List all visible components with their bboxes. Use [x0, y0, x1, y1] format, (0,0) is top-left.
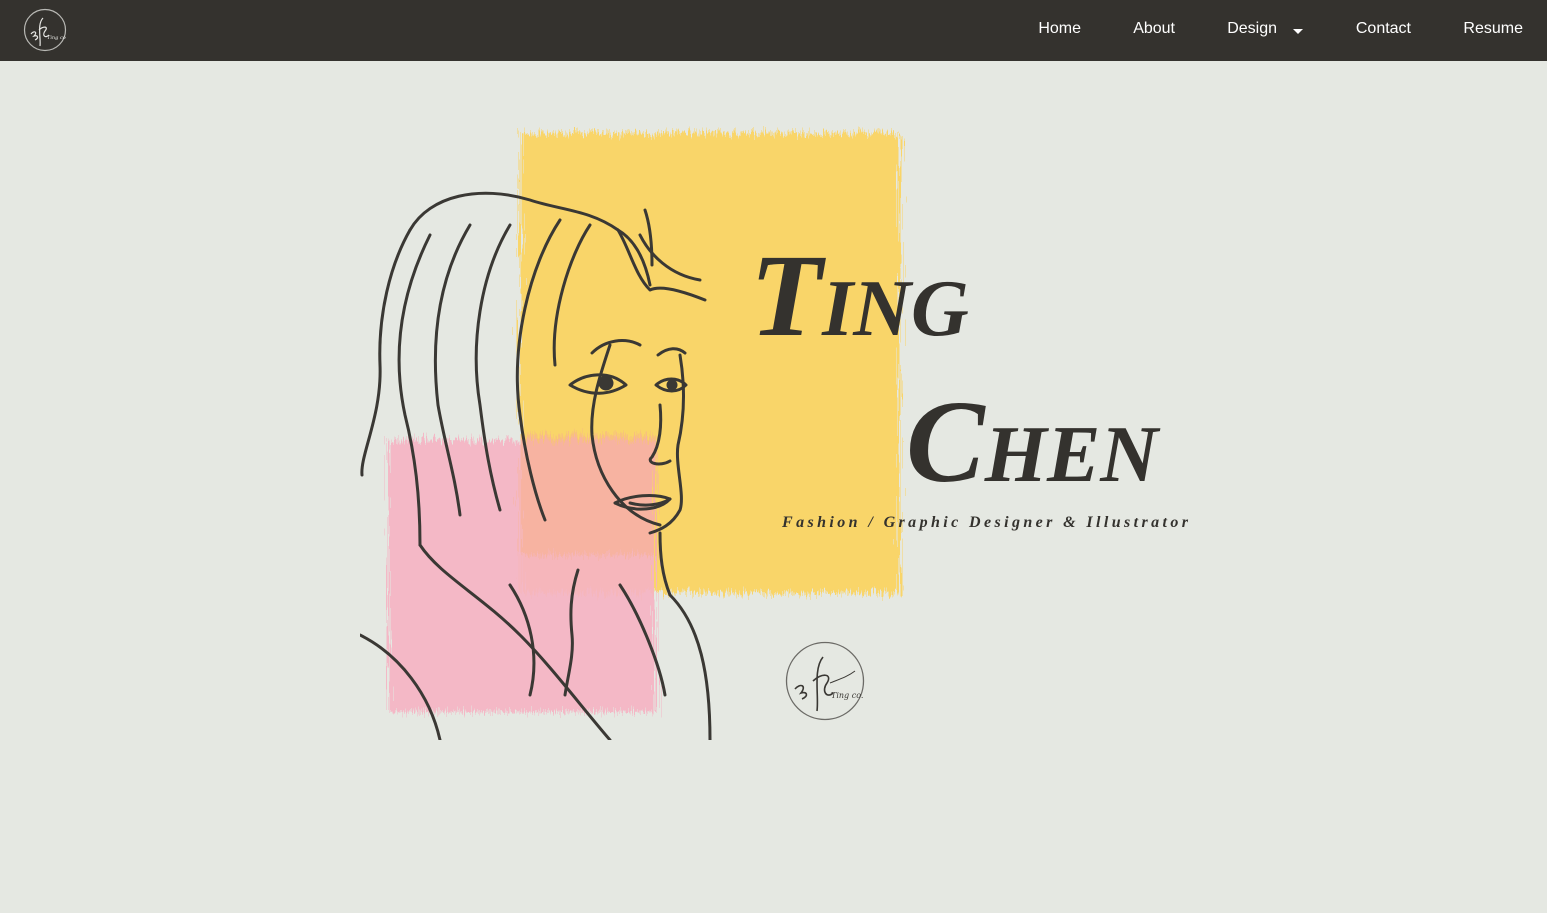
nav-home[interactable]: Home — [1038, 20, 1081, 38]
nav-contact[interactable]: Contact — [1356, 20, 1411, 38]
hero-tagline: Fashion / Graphic Designer & Illustrator — [782, 514, 1192, 531]
logo-icon[interactable]: Ting co — [23, 8, 67, 52]
top-navbar: Ting co Home About Design Contact Resume — [0, 0, 1547, 61]
last-name-rest: HEN — [984, 411, 1159, 499]
first-name-initial: T — [750, 230, 823, 361]
hero-first-name: TING — [750, 237, 969, 355]
svg-text:Ting co: Ting co — [47, 35, 66, 41]
nav-contact-label: Contact — [1355, 20, 1411, 37]
nav-resume-label: Resume — [1463, 20, 1523, 37]
svg-text:Ting co.: Ting co. — [831, 691, 863, 700]
hero-section: TING CHEN Fashion / Graphic Designer & I… — [360, 115, 1200, 740]
last-name-initial: C — [906, 376, 985, 507]
nav-about[interactable]: About — [1133, 20, 1175, 38]
nav-resume[interactable]: Resume — [1463, 20, 1523, 38]
first-name-rest: ING — [822, 265, 969, 353]
nav-design[interactable]: Design — [1227, 20, 1303, 38]
nav-about-label: About — [1133, 20, 1175, 37]
nav-design-label: Design — [1227, 20, 1277, 37]
signature-logo-icon: Ting co. — [785, 641, 865, 721]
hero-last-name: CHEN — [906, 383, 1158, 501]
nav-home-label: Home — [1038, 20, 1081, 37]
chevron-down-icon — [1293, 28, 1303, 34]
